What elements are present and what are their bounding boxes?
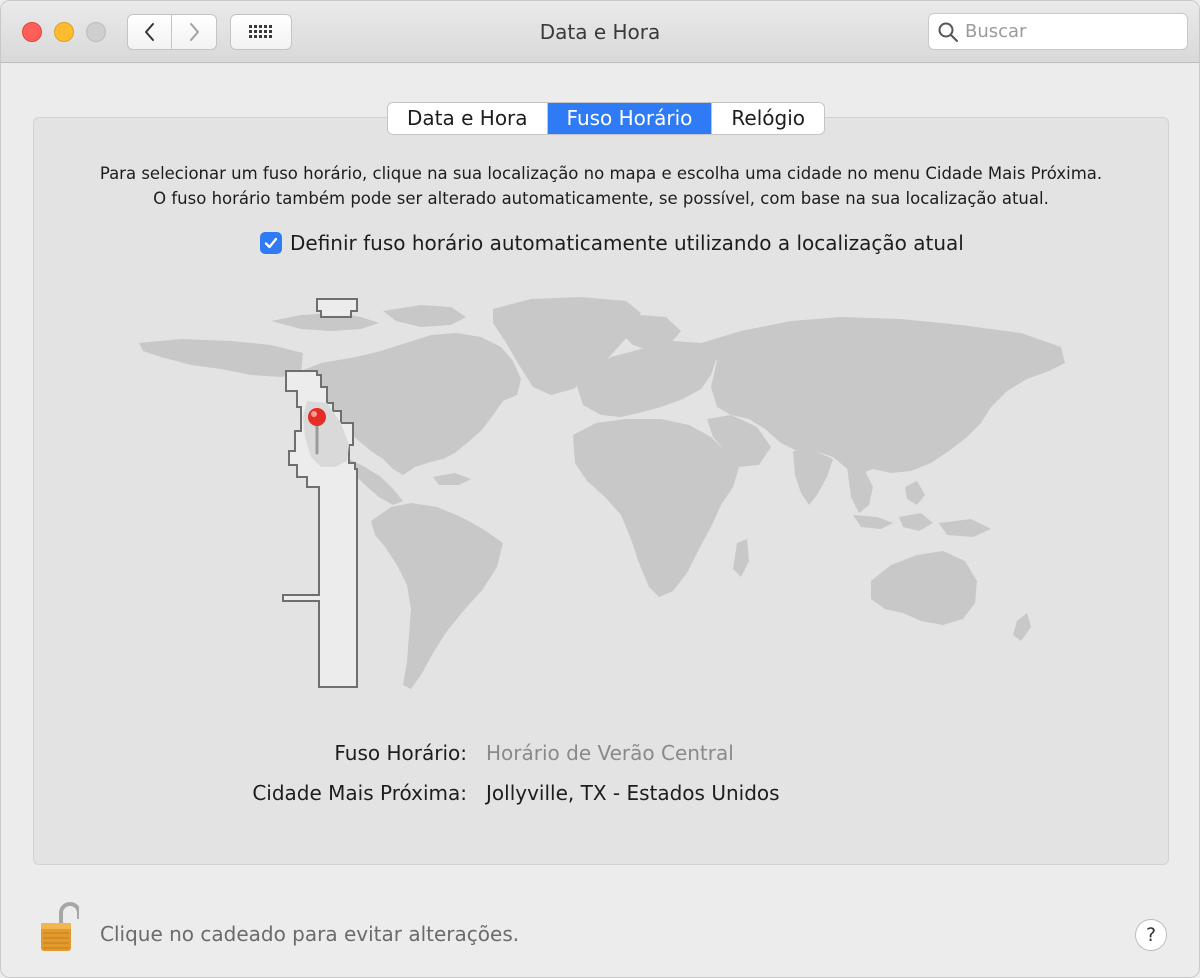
help-button[interactable]: ? [1135, 919, 1167, 951]
title-bar: Data e Hora [1, 1, 1199, 63]
lock-message: Clique no cadeado para evitar alterações… [100, 922, 520, 946]
checkmark-icon [264, 237, 278, 249]
auto-timezone-row: Definir fuso horário automaticamente uti… [260, 231, 964, 255]
lock-open-icon[interactable] [39, 899, 79, 953]
auto-timezone-checkbox[interactable] [260, 232, 282, 254]
tab-clock[interactable]: Relógio [712, 103, 824, 134]
world-map[interactable] [121, 291, 1081, 701]
timezone-value: Horário de Verão Central [486, 741, 734, 765]
search-icon [938, 22, 958, 42]
search-input[interactable] [965, 21, 1175, 42]
tab-time-zone[interactable]: Fuso Horário [547, 103, 713, 134]
instructions-text: Para selecionar um fuso horário, clique … [33, 161, 1169, 211]
timezone-label: Fuso Horário: [334, 741, 467, 765]
tab-bar: Data e Hora Fuso Horário Relógio [387, 102, 825, 135]
search-field[interactable] [928, 13, 1188, 50]
continents [139, 297, 1065, 689]
auto-timezone-label: Definir fuso horário automaticamente uti… [290, 231, 964, 255]
tab-date-time[interactable]: Data e Hora [388, 103, 548, 134]
system-preferences-window: Data e Hora Data e Hora Fuso Horário Rel… [0, 0, 1200, 978]
selected-time-zone-arctic [316, 298, 358, 318]
closest-city-label: Cidade Mais Próxima: [252, 781, 467, 805]
instructions-line-2: O fuso horário também pode ser alterado … [153, 189, 1049, 208]
instructions-line-1: Para selecionar um fuso horário, clique … [99, 164, 1103, 183]
closest-city-value[interactable]: Jollyville, TX - Estados Unidos [486, 781, 780, 805]
